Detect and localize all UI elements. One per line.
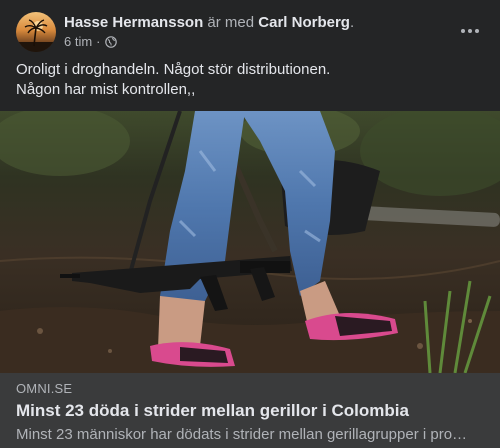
post-text-line: Någon har mist kontrollen,,	[16, 81, 196, 98]
facebook-post: Hasse Hermansson är med Carl Norberg. 6 …	[0, 0, 500, 448]
more-dot	[461, 29, 465, 33]
meta-separator: ·	[96, 34, 101, 49]
author-name-link[interactable]: Hasse Hermansson	[64, 14, 203, 31]
palm-tree-sunset-image	[16, 19, 56, 52]
author-line: Hasse Hermansson är med Carl Norberg.	[64, 13, 354, 33]
more-dot	[468, 29, 472, 33]
trailing-period: .	[349, 14, 355, 31]
link-preview-card[interactable]: OMNI.SE Minst 23 döda i strider mellan g…	[0, 373, 500, 448]
link-title[interactable]: Minst 23 döda i strider mellan gerillor …	[16, 400, 486, 422]
post-meta: 6 tim ·	[64, 34, 117, 50]
post-text-line: Oroligt i droghandeln. Något stör distri…	[16, 61, 331, 78]
forest-photo	[0, 111, 500, 373]
more-dot	[475, 29, 479, 33]
link-description: Minst 23 människor har dödats i strider …	[16, 426, 468, 443]
tagged-name-link[interactable]: Carl Norberg	[258, 14, 350, 31]
globe-icon[interactable]	[104, 36, 117, 48]
more-options-icon[interactable]	[456, 20, 484, 42]
link-domain: OMNI.SE	[16, 381, 73, 396]
post-header: Hasse Hermansson är med Carl Norberg. 6 …	[16, 12, 484, 54]
author-avatar[interactable]	[16, 12, 56, 52]
post-text: Oroligt i droghandeln. Något stör distri…	[16, 60, 486, 100]
timestamp-link[interactable]: 6 tim	[64, 34, 92, 50]
with-text: är med	[203, 14, 259, 31]
link-preview-image[interactable]	[0, 111, 500, 373]
